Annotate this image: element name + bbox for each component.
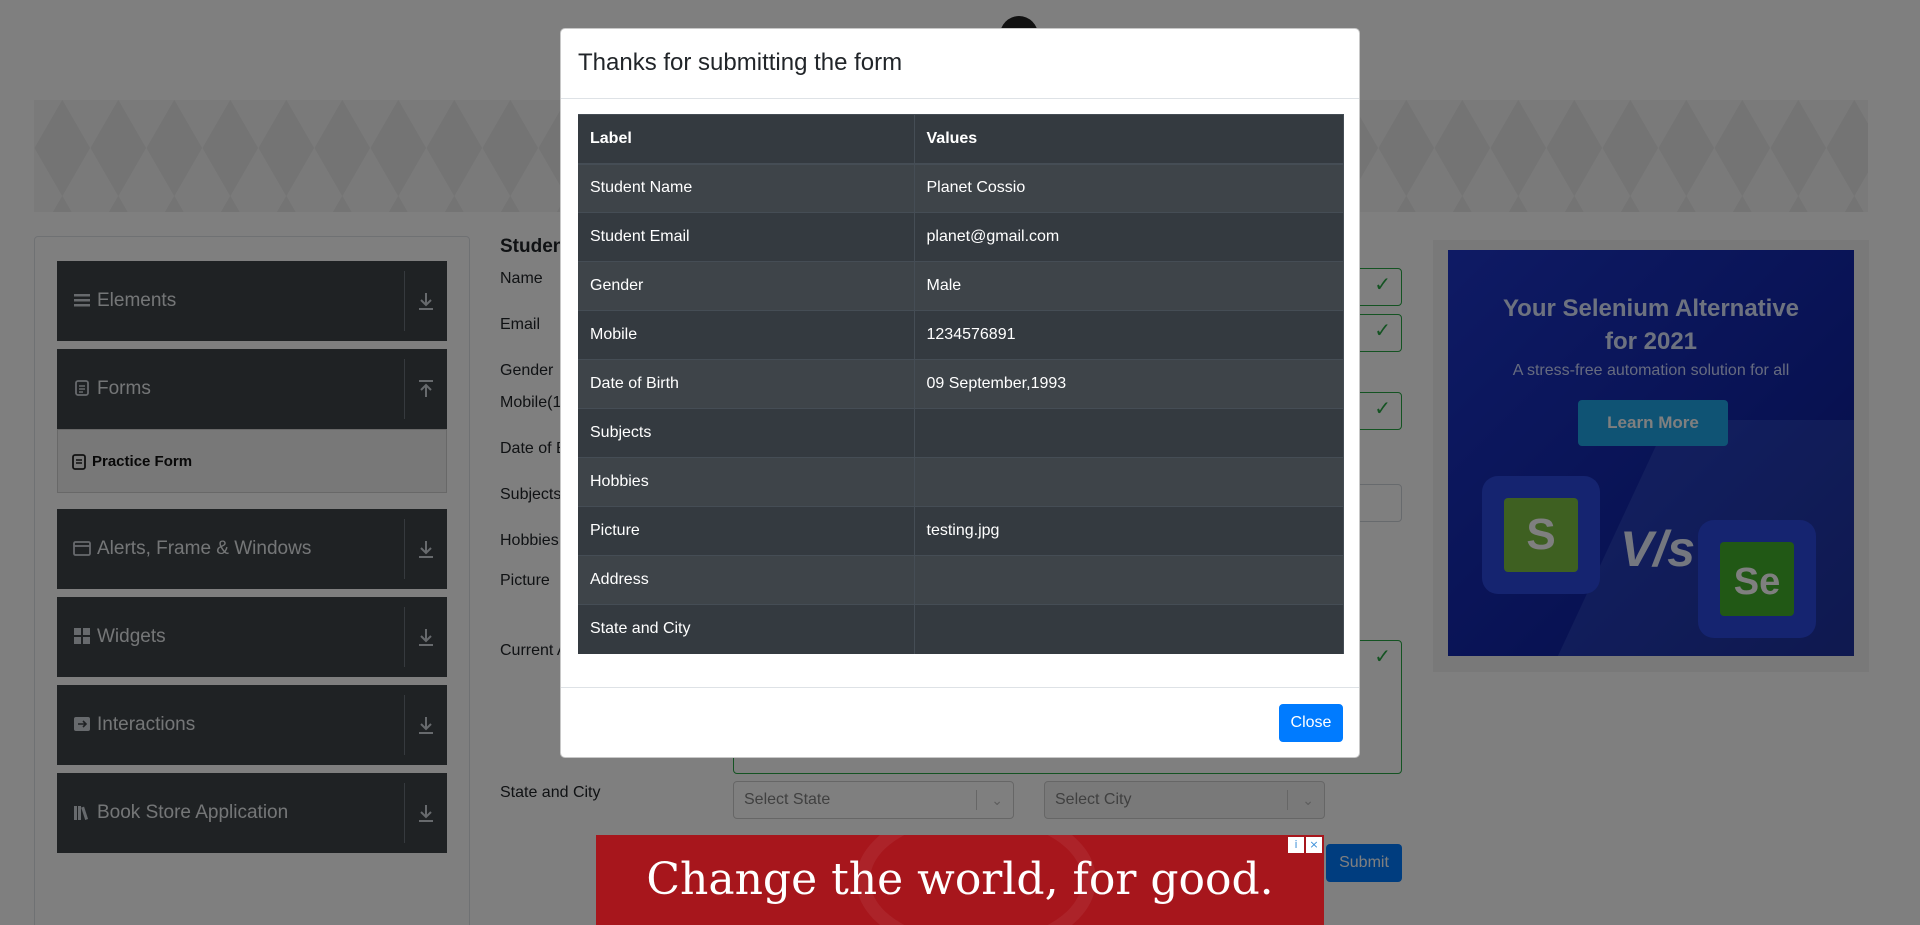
row-value <box>914 408 1344 458</box>
row-label: Date of Birth <box>578 359 915 409</box>
table-row: Mobile 1234576891 <box>578 310 1344 360</box>
row-value: 09 September,1993 <box>914 359 1344 409</box>
row-value: planet@gmail.com <box>914 212 1344 262</box>
table-row: Picture testing.jpg <box>578 506 1344 556</box>
table-row: Student Email planet@gmail.com <box>578 212 1344 262</box>
row-value <box>914 457 1344 507</box>
ad-choices: i × <box>1288 837 1322 853</box>
row-value: testing.jpg <box>914 506 1344 556</box>
table-row: State and City <box>578 604 1344 654</box>
modal-footer: Close <box>561 687 1359 759</box>
row-value <box>914 604 1344 654</box>
table-row: Address <box>578 555 1344 605</box>
table-row: Student Name Planet Cossio <box>578 163 1344 213</box>
table-row: Subjects <box>578 408 1344 458</box>
ad-close-icon[interactable]: × <box>1306 837 1322 853</box>
row-label: Gender <box>578 261 915 311</box>
row-value: Planet Cossio <box>914 163 1344 213</box>
table-header-row: Label Values <box>578 114 1344 165</box>
row-label: Student Email <box>578 212 915 262</box>
column-header-label: Label <box>578 114 915 165</box>
row-label: Picture <box>578 506 915 556</box>
row-label: State and City <box>578 604 915 654</box>
submission-modal: Thanks for submitting the form Label Val… <box>560 28 1360 758</box>
close-button[interactable]: Close <box>1279 704 1343 742</box>
bottom-banner-ad[interactable]: Change the world, for good. i × <box>596 835 1324 925</box>
row-label: Student Name <box>578 163 915 213</box>
row-label: Subjects <box>578 408 915 458</box>
row-label: Mobile <box>578 310 915 360</box>
table-row: Hobbies <box>578 457 1344 507</box>
modal-header: Thanks for submitting the form <box>561 29 1359 99</box>
ad-info-icon[interactable]: i <box>1288 837 1304 853</box>
ad-headline: Change the world, for good. <box>646 854 1274 905</box>
column-header-values: Values <box>914 114 1344 165</box>
row-value <box>914 555 1344 605</box>
row-label: Hobbies <box>578 457 915 507</box>
table-row: Date of Birth 09 September,1993 <box>578 359 1344 409</box>
row-value: Male <box>914 261 1344 311</box>
row-label: Address <box>578 555 915 605</box>
results-table: Label Values Student Name Planet Cossio S… <box>578 114 1344 654</box>
table-row: Gender Male <box>578 261 1344 311</box>
modal-title: Thanks for submitting the form <box>578 49 903 76</box>
row-value: 1234576891 <box>914 310 1344 360</box>
